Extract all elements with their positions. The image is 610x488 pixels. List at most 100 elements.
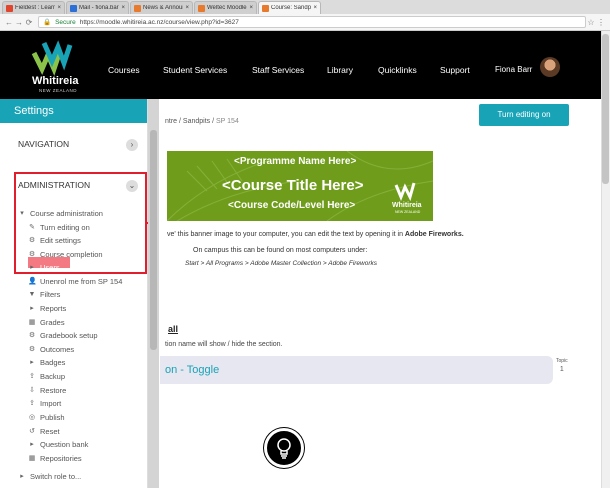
menu-staff-services[interactable]: Staff Services [252,65,304,75]
page-scroll-thumb[interactable] [602,34,609,184]
sidebar-item-label: Outcomes [40,345,75,354]
breadcrumb-item[interactable]: ntre [165,118,177,125]
adobe-fireworks-text: Adobe Fireworks. [404,231,464,238]
reset-icon: ↺ [29,427,35,435]
logo-text: Whitireia [32,75,79,87]
sidebar-header: Settings [0,99,147,123]
sidebar-item-label: Switch role to... [30,472,82,481]
sidebar-item-label: Backup [40,372,66,381]
close-icon[interactable]: × [313,5,317,11]
back-icon[interactable]: ← [4,18,14,27]
banner-instructions-text: ve' this banner image to your computer, … [167,231,405,238]
breadcrumb: ntre / Sandpits / SP 154 [165,118,239,125]
chevron-right-icon[interactable]: › [126,139,138,151]
sidebar-item-label: Filters [40,290,61,299]
tab-favicon-icon [134,4,141,12]
logo-subtext: NEW ZEALAND [39,88,78,93]
show-all-link[interactable]: all [168,324,178,334]
menu-quicklinks[interactable]: Quicklinks [378,65,417,75]
campus-text: On campus this can be found on most comp… [193,247,368,254]
url-input[interactable]: 🔒 Secure https://moodle.whitireia.ac.nz/… [38,16,586,28]
sidebar-title: Settings [14,105,54,117]
administration-highlight-box [14,172,147,274]
avatar[interactable] [540,57,560,77]
browser-tab[interactable]: Course: Sandpit 154× [258,1,321,14]
user-x-icon: 👤 [28,277,37,285]
address-bar: ← → ⟳ 🔒 Secure https://moodle.whitireia.… [0,14,610,31]
browser-tab-bar: Fieldest : Learning tech×Mail - fiona.ba… [0,0,610,14]
tab-label: Course: Sandpit 154 [271,5,312,11]
sidebar-item[interactable]: ▸ Question bank [28,440,88,449]
sidebar-item[interactable]: ↺ Reset [28,427,60,436]
sidebar-item[interactable]: ▼ Filters [28,290,61,299]
sidebar-item[interactable]: ▸ Switch role to... [18,472,81,481]
tab-favicon-icon [262,4,269,12]
topic-number: 1 [559,366,564,373]
menu-student-services[interactable]: Student Services [163,65,227,75]
sidebar-item-label: Unenrol me from SP 154 [40,277,123,286]
user-name[interactable]: Fiona Barr [495,65,532,74]
sidebar-item-label: Publish [40,413,65,422]
close-icon[interactable]: × [121,5,125,11]
secure-label: Secure [55,18,76,26]
download-icon: ⇩ [29,386,35,394]
caret-right-icon: ▸ [30,440,34,448]
sidebar-item[interactable]: ▸ Badges [28,358,65,367]
caret-right-icon: ▸ [20,472,24,480]
banner-logo-text: Whitireia [392,202,422,209]
tab-label: Mail - fiona.barr@whitir [79,5,119,11]
menu-library[interactable]: Library [327,65,353,75]
turn-editing-on-button[interactable]: Turn editing on [479,104,569,126]
sidebar-item[interactable]: ⇪ Import [28,399,61,408]
menu-courses[interactable]: Courses [108,65,140,75]
sidebar-item[interactable]: ⚙ Gradebook setup [28,331,98,340]
browser-tab[interactable]: Weltec Moodle 2: Log in× [194,1,257,14]
grid-icon: ▦ [28,454,36,462]
forward-icon[interactable]: → [14,18,24,27]
sidebar-item-label: Repositories [40,454,82,463]
grid-icon: ▦ [28,318,36,326]
tab-label: Fieldest : Learning tech [15,5,55,11]
caret-right-icon: ▸ [30,358,34,366]
banner-logo-icon: Whitireia NEW ZEALAND [392,182,422,214]
sidebar-item-label: Reset [40,427,60,436]
url-text: https://moodle.whitireia.ac.nz/course/vi… [79,18,239,26]
menu-support[interactable]: Support [440,65,470,75]
reload-icon[interactable]: ⟳ [24,18,34,27]
tab-favicon-icon [198,4,205,12]
sidebar-item[interactable]: ▦ Repositories [28,454,82,463]
banner-logo-subtext: NEW ZEALAND [395,210,421,214]
breadcrumb-current: SP 154 [216,118,239,125]
breadcrumb-item[interactable]: Sandpits [183,118,210,125]
browser-tab[interactable]: Mail - fiona.barr@whitir× [66,1,129,14]
banner-programme-name: <Programme Name Here> [234,156,357,167]
site-header: Whitireia NEW ZEALAND Courses Student Se… [0,31,601,99]
close-icon[interactable]: × [57,5,61,11]
browser-tab[interactable]: News & Announcements× [130,1,193,14]
sidebar-item[interactable]: ⇩ Restore [28,386,66,395]
upload-icon: ⇪ [29,372,35,380]
lightbulb-icon[interactable] [264,428,304,468]
gear-icon: ⚙ [28,345,36,353]
close-icon[interactable]: × [185,5,189,11]
tab-favicon-icon [70,4,77,12]
gear-icon: ⚙ [28,331,36,339]
sidebar-item[interactable]: ⇪ Backup [28,372,65,381]
navigation-heading[interactable]: NAVIGATION [18,139,69,149]
settings-sidebar: Settings [0,99,148,488]
sidebar-item[interactable]: ▸ Reports [28,304,66,313]
section-description: tion name will show / hide the section. [165,341,283,348]
sidebar-item-label: Reports [40,304,67,313]
sidebar-scroll-thumb[interactable] [150,130,157,350]
section-toggle-label[interactable]: on - Toggle [165,364,219,376]
close-icon[interactable]: × [249,5,253,11]
sidebar-item-label: Restore [40,386,67,395]
sidebar-item[interactable]: 👤 Unenrol me from SP 154 [28,277,122,286]
sidebar-item[interactable]: ▦ Grades [28,318,65,327]
star-icon[interactable]: ☆ [586,18,596,27]
sidebar-item[interactable]: ⚙ Outcomes [28,345,74,354]
menu-icon[interactable]: ⋮ [596,18,606,27]
banner-course-code: <Course Code/Level Here> [228,200,356,211]
sidebar-item[interactable]: ◎ Publish [28,413,65,422]
browser-tab[interactable]: Fieldest : Learning tech× [2,1,65,14]
